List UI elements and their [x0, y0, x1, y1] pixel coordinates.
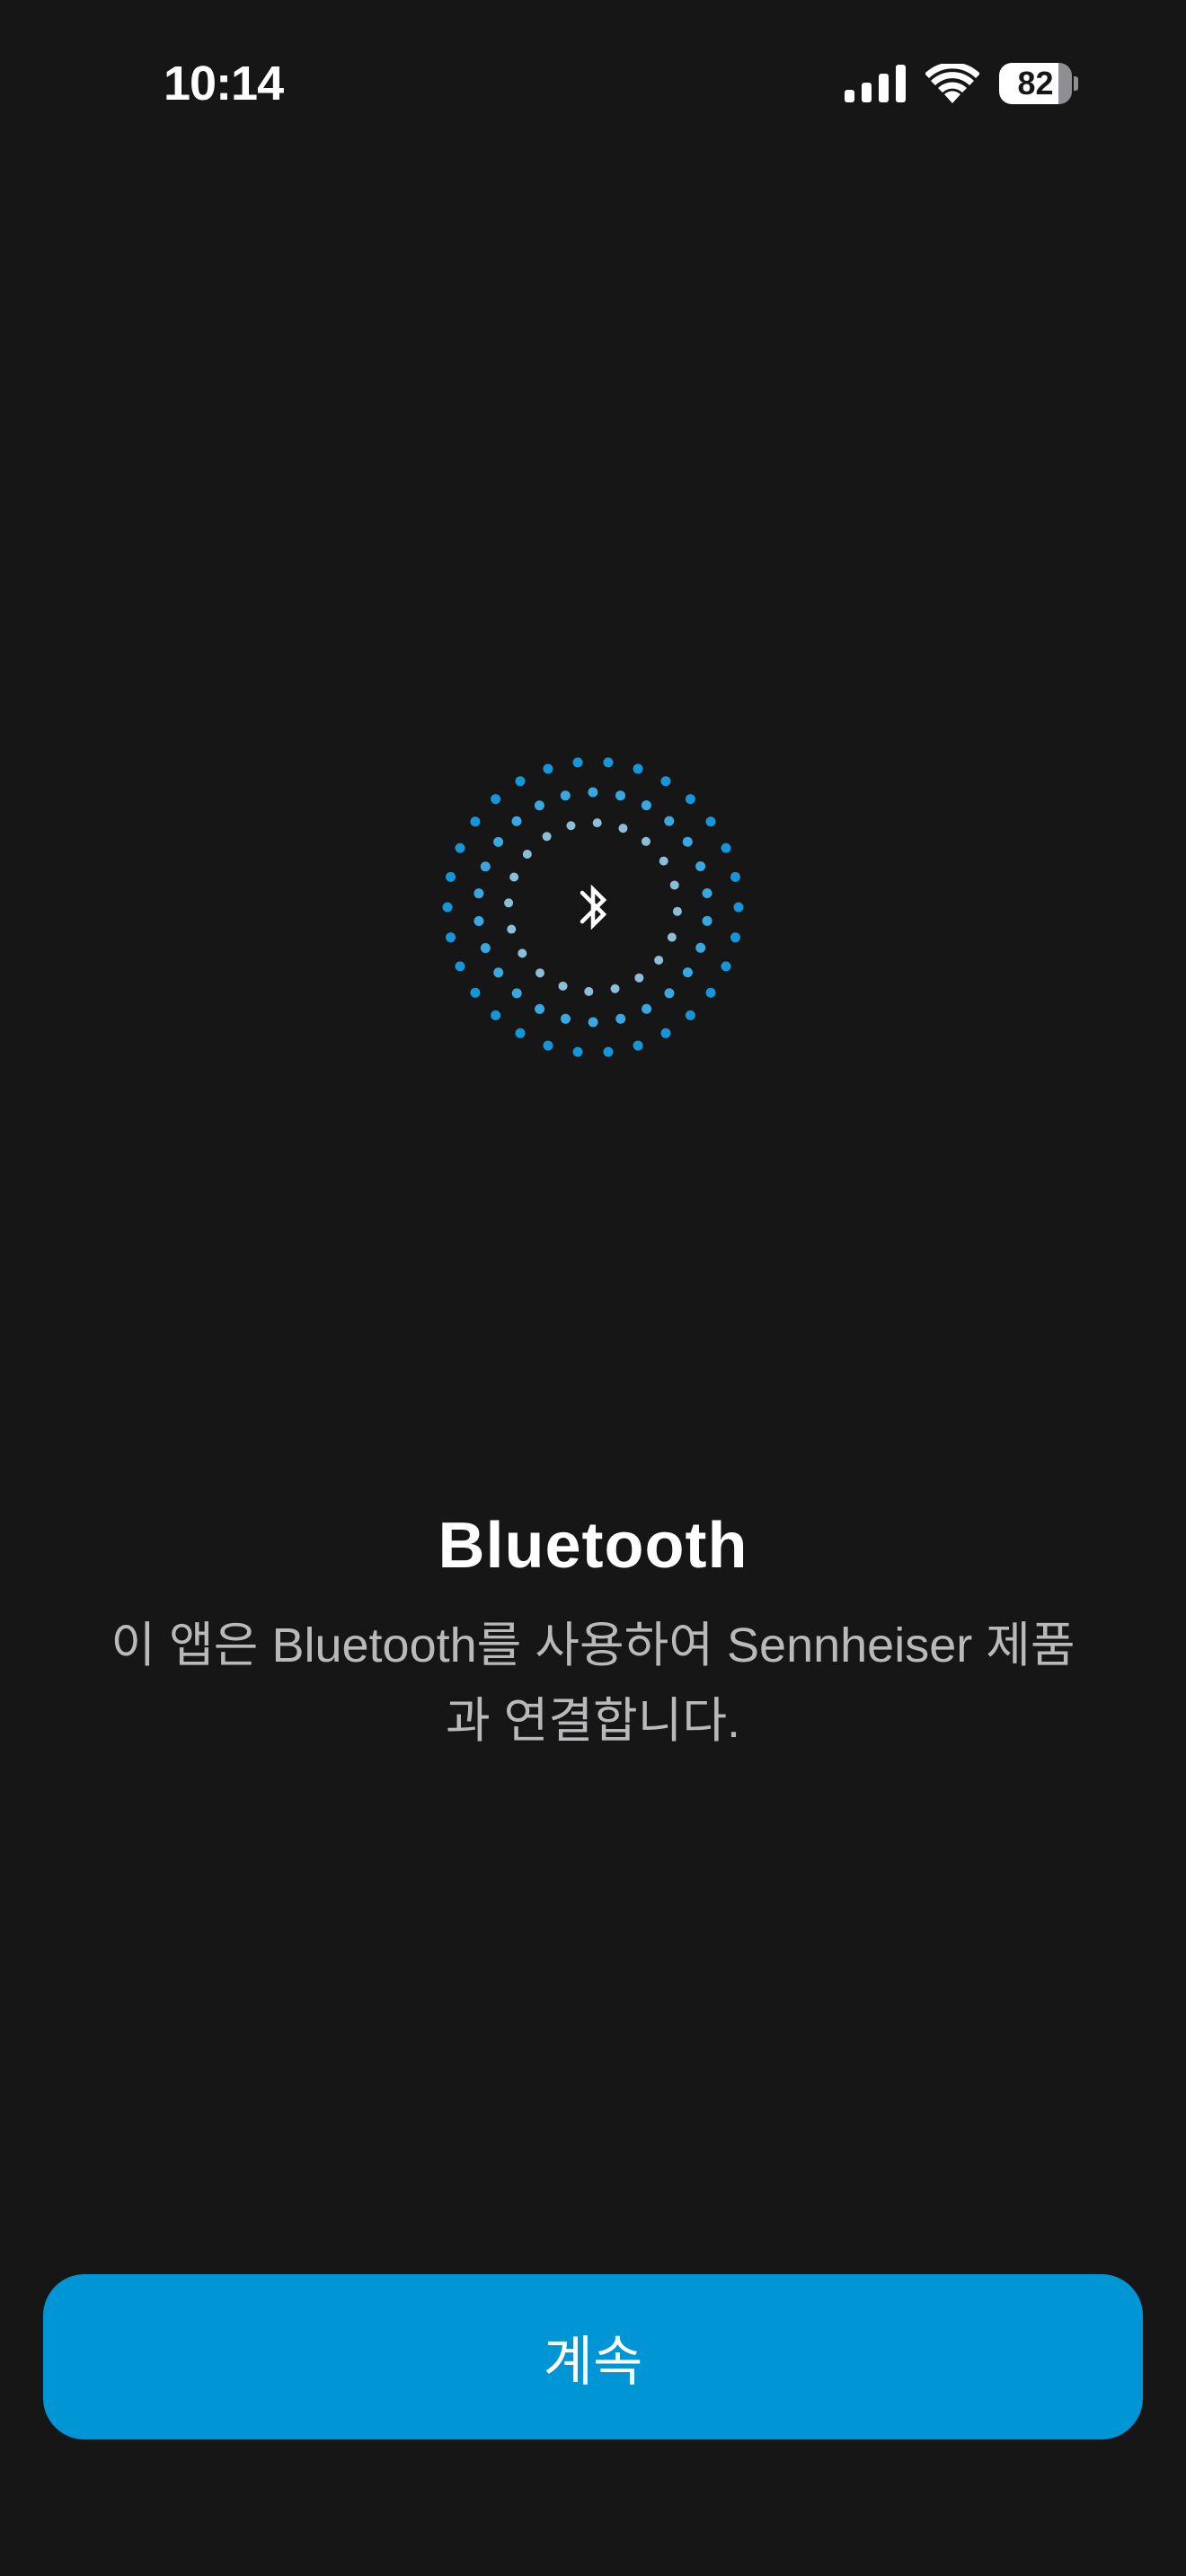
ring-dot [542, 832, 552, 842]
ring-dot [535, 968, 545, 978]
ring-dot [509, 872, 519, 882]
ring-dot [572, 757, 583, 768]
ring-dot [641, 836, 651, 846]
ring-dot [474, 916, 484, 927]
ring-dot [721, 842, 731, 853]
ring-dot [659, 856, 668, 866]
ring-dot [682, 967, 693, 978]
ring-dot [730, 932, 740, 943]
ring-dot [480, 942, 491, 953]
ring-dot [682, 836, 693, 847]
ring-dot [654, 955, 664, 965]
ring-dot [660, 776, 671, 787]
ring-dot [721, 961, 731, 972]
ring-dot [667, 932, 677, 942]
ring-dot [702, 915, 712, 926]
battery-icon: 82 [999, 63, 1078, 104]
ring-dot [695, 942, 706, 953]
ring-dot [515, 1028, 526, 1038]
ring-dot [558, 981, 568, 991]
ring-dot [642, 1003, 652, 1014]
ring-dot [543, 1040, 553, 1051]
ring-dot [615, 790, 626, 801]
ring-dot [446, 871, 456, 882]
ring-dot [442, 902, 453, 913]
ring-dot [733, 902, 744, 913]
ring-dot [507, 924, 517, 934]
ring-dot [455, 961, 465, 972]
ring-dot [702, 887, 712, 898]
page-title: Bluetooth [438, 1510, 748, 1582]
ring-dot [504, 898, 514, 908]
continue-button[interactable]: 계속 [43, 2274, 1143, 2439]
ring-dot [560, 1013, 571, 1024]
status-icons: 82 [845, 63, 1078, 104]
ring-dot [493, 967, 504, 978]
ring-dot [446, 932, 456, 943]
wifi-icon [925, 64, 979, 103]
ring-dot [685, 1010, 695, 1020]
ring-dot [560, 790, 571, 801]
ring-dot [615, 1013, 626, 1024]
description-line-2: 과 연결합니다. [445, 1694, 741, 1748]
ring-dot [695, 861, 706, 872]
ring-dot [491, 794, 501, 805]
ring-dot [588, 787, 598, 798]
bluetooth-icon [580, 884, 607, 931]
cellular-signal-icon [845, 65, 906, 102]
ring-dot [641, 800, 651, 811]
ring-dot [618, 824, 628, 834]
ring-dot [470, 987, 481, 998]
ring-dot [664, 816, 675, 826]
ring-dot [705, 816, 716, 827]
battery-level: 82 [1017, 65, 1054, 101]
status-time: 10:14 [164, 57, 284, 110]
ring-dot [543, 763, 553, 774]
ring-dot [603, 1046, 614, 1057]
battery-cap [1074, 76, 1078, 91]
ring-dot [664, 988, 675, 999]
ring-dot [474, 888, 484, 899]
ring-dot [610, 984, 620, 993]
ring-dot [518, 948, 527, 958]
ring-dot [572, 1046, 583, 1057]
ring-dot [534, 800, 544, 811]
ring-dot [634, 973, 644, 983]
ring-dot [566, 821, 576, 831]
ring-dot [603, 757, 614, 768]
ring-dot [535, 1003, 545, 1014]
ring-dot [455, 842, 465, 853]
ring-dot [480, 861, 491, 872]
ring-dot [470, 816, 481, 827]
ring-dot [672, 906, 682, 916]
ring-dot [660, 1028, 671, 1038]
ring-dot [592, 818, 602, 828]
ring-dot [633, 1040, 643, 1051]
ring-dot [491, 1010, 501, 1020]
ring-dot [511, 816, 522, 826]
ring-dot [730, 871, 740, 882]
ring-dot [669, 880, 679, 890]
battery-body: 82 [999, 63, 1073, 104]
ring-dot [522, 850, 532, 860]
page-description: 이 앱은 Bluetooth를 사용하여 Sennheiser 제품 과 연결합… [54, 1608, 1132, 1759]
ring-dot [588, 1017, 598, 1028]
status-bar: 10:14 82 [0, 0, 1186, 171]
ring-dot [584, 986, 594, 996]
ring-dot [515, 776, 526, 787]
description-line-1: 이 앱은 Bluetooth를 사용하여 Sennheiser 제품 [111, 1619, 1075, 1672]
bluetooth-dots-graphic [442, 757, 744, 1057]
ring-dot [633, 763, 643, 774]
ring-dot [705, 987, 716, 998]
ring-dot [511, 988, 522, 999]
ring-dot [493, 836, 504, 847]
ring-dot [685, 794, 695, 805]
